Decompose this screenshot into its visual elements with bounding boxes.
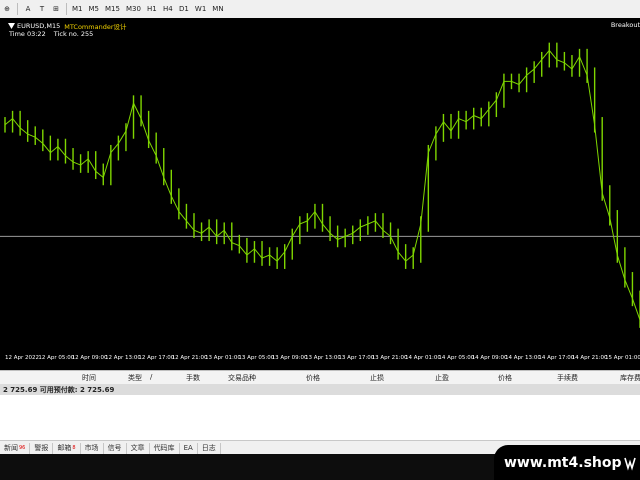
tab-code-base[interactable]: 代码库	[150, 442, 180, 454]
x-tick-label: 14 Apr 05:00	[438, 355, 475, 361]
x-tick-label: 13 Apr 17:00	[338, 355, 375, 361]
tab-articles[interactable]: 文章	[127, 442, 150, 454]
timeframe-mn[interactable]: MN	[210, 2, 225, 16]
terminal-panel: 时间 类型 / 手数 交易品种 价格 止损 止盈 价格 手续费 库存费 2 72…	[0, 370, 640, 440]
x-tick-label: 12 Apr 21:00	[171, 355, 208, 361]
col-symbol[interactable]: 交易品种	[228, 373, 256, 383]
tab-label: 信号	[107, 444, 122, 452]
x-tick-label: 14 Apr 09:00	[471, 355, 508, 361]
tab-market[interactable]: 市场	[81, 442, 104, 454]
x-tick-label: 14 Apr 21:00	[571, 355, 608, 361]
col-current-price[interactable]: 价格	[498, 373, 512, 383]
brand-watermark: www.mt4.shop	[494, 445, 640, 480]
brand-text: www.mt4.shop	[504, 454, 622, 471]
time-axis: 12 Apr 2022 12 Apr 05:00 12 Apr 09:00 12 Ap…	[0, 352, 640, 366]
price-chart-svg	[0, 42, 640, 328]
tab-label: 市场	[84, 444, 99, 452]
price-chart[interactable]: EURUSD,M15 MTCommander设计 Time 03:22 Tick…	[0, 18, 640, 370]
col-take-profit[interactable]: 止盈	[435, 373, 449, 383]
tab-badge: 8	[72, 445, 76, 451]
x-tick-label: 13 Apr 21:00	[371, 355, 408, 361]
col-price[interactable]: 价格	[306, 373, 320, 383]
tab-signals[interactable]: 信号	[104, 442, 127, 454]
tab-news[interactable]: 新闻 96	[0, 442, 31, 454]
x-tick-label: 14 Apr 17:00	[538, 355, 575, 361]
x-tick-label: 13 Apr 09:00	[271, 355, 308, 361]
col-volume[interactable]: 手数	[186, 373, 200, 383]
x-tick-label: 13 Apr 01:00	[205, 355, 241, 361]
toolbar-separator	[66, 3, 67, 15]
crosshair-plus-icon[interactable]: ⊕	[0, 2, 14, 16]
tick-readout: Tick no. 255	[53, 30, 94, 38]
x-tick-label: 14 Apr 13:00	[505, 355, 541, 361]
x-tick-label: 15 Apr 01:00	[605, 355, 640, 361]
chart-info: Time 03:22 Tick no. 255	[9, 30, 99, 38]
x-tick-label: 12 Apr 05:00	[38, 355, 75, 361]
timeframe-h4[interactable]: H4	[161, 2, 175, 16]
x-tick-label: 12 Apr 09:00	[71, 355, 108, 361]
tab-label: 新闻	[4, 444, 18, 452]
tab-label: 日志	[201, 444, 216, 452]
brand-logo-icon	[624, 457, 636, 471]
balance-text: 2 725.69 可用预付款: 2 725.69	[3, 386, 115, 394]
col-type[interactable]: 类型	[128, 373, 142, 383]
chart-toolbar: ⊕ A T ⊞ M1 M5 M15 M30 H1 H4 D1 W1 MN	[0, 0, 640, 19]
col-swap[interactable]: 库存费	[620, 373, 640, 383]
x-tick-label: 14 Apr 01:00	[405, 355, 441, 361]
tab-experts[interactable]: EA	[180, 442, 198, 454]
col-time[interactable]: 时间	[82, 373, 96, 383]
breakout-label: Breakout	[610, 21, 640, 29]
timeframe-m15[interactable]: M15	[103, 2, 122, 16]
x-tick-label: 12 Apr 17:00	[138, 355, 175, 361]
timeframe-m30[interactable]: M30	[124, 2, 143, 16]
tab-mailbox[interactable]: 邮箱 8	[53, 442, 81, 454]
timeframe-m1[interactable]: M1	[70, 2, 85, 16]
col-stop-loss[interactable]: 止损	[370, 373, 384, 383]
terminal-header: 时间 类型 / 手数 交易品种 价格 止损 止盈 价格 手续费 库存费	[0, 370, 640, 385]
tab-journal[interactable]: 日志	[198, 442, 221, 454]
timeframe-m5[interactable]: M5	[87, 2, 102, 16]
tab-label: 邮箱	[57, 444, 72, 452]
x-tick-label: 13 Apr 13:00	[305, 355, 341, 361]
chart-symbol: EURUSD,M15	[17, 22, 61, 30]
x-tick-label: 12 Apr 13:00	[105, 355, 141, 361]
timeframe-h1[interactable]: H1	[145, 2, 159, 16]
time-readout: Time 03:22	[9, 30, 46, 38]
tab-label: 文章	[130, 444, 145, 452]
toolbar-separator	[17, 3, 18, 15]
chart-symbol-icon	[8, 23, 15, 29]
label-tool-button[interactable]: T	[35, 2, 49, 16]
x-tick-label: 12 Apr 2022	[5, 355, 40, 361]
col-sort-marker: /	[150, 373, 153, 381]
col-commission[interactable]: 手续费	[557, 373, 578, 383]
x-tick-label: 13 Apr 05:00	[238, 355, 275, 361]
tab-label: EA	[183, 444, 193, 452]
tab-label: 警报	[34, 444, 49, 452]
tab-alerts[interactable]: 警报	[30, 442, 54, 454]
price-series-line	[4, 49, 640, 321]
tab-label: 代码库	[153, 444, 175, 452]
objects-icon[interactable]: ⊞	[49, 2, 63, 16]
timeframe-d1[interactable]: D1	[177, 2, 191, 16]
timeframe-w1[interactable]: W1	[193, 2, 208, 16]
tab-badge: 96	[19, 445, 26, 451]
balance-row: 2 725.69 可用预付款: 2 725.69	[0, 384, 640, 395]
text-tool-button[interactable]: A	[21, 2, 35, 16]
